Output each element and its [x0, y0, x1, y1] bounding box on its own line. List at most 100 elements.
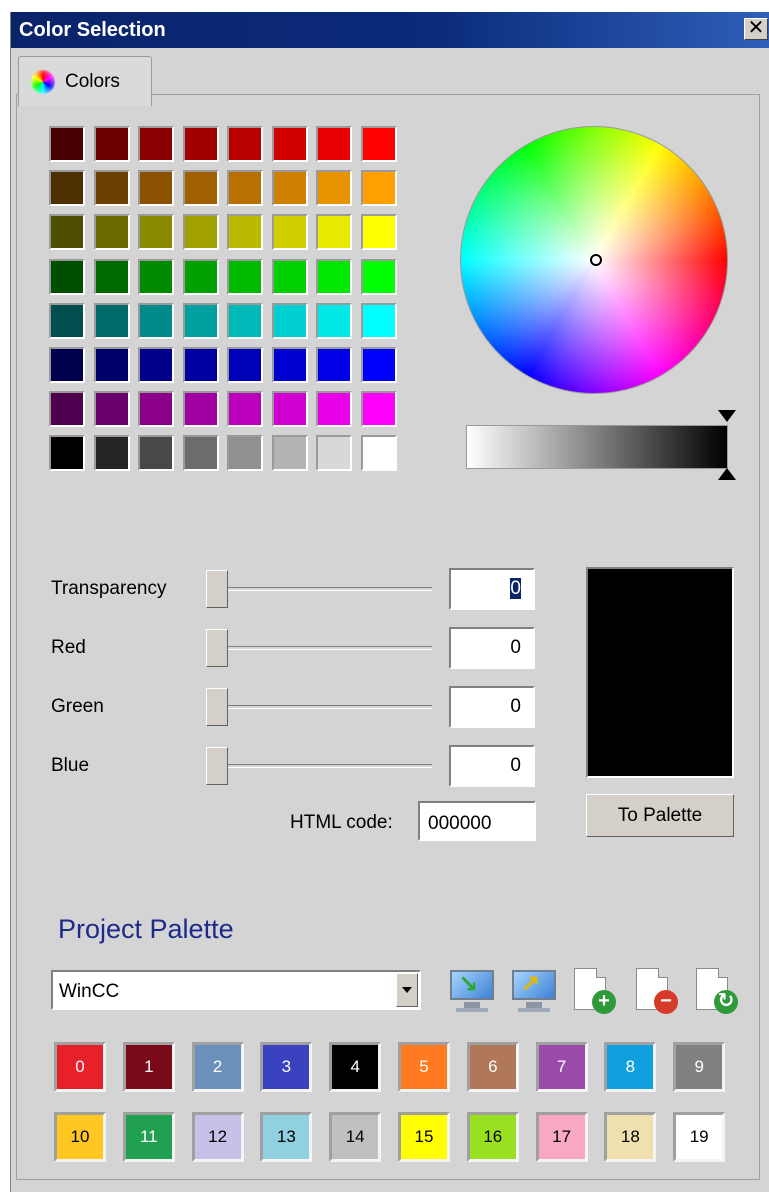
color-swatch[interactable]	[316, 302, 352, 339]
palette-color-15[interactable]: 15	[398, 1112, 450, 1162]
tab-colors[interactable]: Colors	[18, 56, 152, 106]
transparency-value-input[interactable]: 0	[449, 568, 535, 610]
blue-slider-thumb[interactable]	[206, 747, 228, 785]
color-swatch[interactable]	[182, 347, 219, 383]
color-swatch[interactable]	[182, 214, 219, 251]
color-swatch[interactable]	[360, 435, 397, 472]
transparency-slider-thumb[interactable]	[206, 570, 228, 608]
luminance-bar[interactable]	[466, 425, 728, 469]
transparency-slider-track[interactable]	[212, 587, 432, 591]
color-swatch[interactable]	[138, 170, 174, 207]
color-swatch[interactable]	[138, 302, 174, 339]
color-swatch[interactable]	[182, 258, 219, 295]
palette-select[interactable]: WinCC	[51, 970, 421, 1010]
color-swatch[interactable]	[138, 258, 174, 295]
palette-color-5[interactable]: 5	[398, 1042, 450, 1092]
color-swatch[interactable]	[49, 214, 85, 251]
color-swatch[interactable]	[93, 435, 130, 472]
color-swatch[interactable]	[271, 391, 308, 428]
color-swatch[interactable]	[138, 126, 174, 162]
color-swatch[interactable]	[138, 391, 174, 428]
palette-color-3[interactable]: 3	[260, 1042, 313, 1092]
color-swatch[interactable]	[360, 302, 397, 339]
color-swatch[interactable]	[271, 347, 308, 383]
color-swatch[interactable]	[182, 126, 219, 162]
color-swatch[interactable]	[360, 347, 397, 383]
color-swatch[interactable]	[49, 126, 85, 162]
color-swatch[interactable]	[227, 302, 263, 339]
color-swatch[interactable]	[182, 170, 219, 207]
html-code-input[interactable]: 000000	[418, 801, 536, 841]
color-swatch[interactable]	[49, 347, 85, 383]
color-swatch[interactable]	[93, 170, 130, 207]
color-swatch[interactable]	[271, 214, 308, 251]
color-swatch[interactable]	[316, 214, 352, 251]
color-swatch[interactable]	[182, 302, 219, 339]
color-swatch[interactable]	[227, 347, 263, 383]
color-swatch[interactable]	[49, 170, 85, 207]
palette-color-13[interactable]: 13	[260, 1112, 313, 1162]
color-swatch[interactable]	[93, 347, 130, 383]
green-slider-track[interactable]	[212, 705, 432, 709]
palette-color-14[interactable]: 14	[329, 1112, 382, 1162]
color-swatch[interactable]	[360, 214, 397, 251]
color-swatch[interactable]	[227, 214, 263, 251]
color-swatch[interactable]	[316, 126, 352, 162]
color-wheel-cursor[interactable]	[590, 254, 602, 266]
color-swatch[interactable]	[227, 258, 263, 295]
color-swatch[interactable]	[271, 126, 308, 162]
color-swatch[interactable]	[271, 258, 308, 295]
palette-color-0[interactable]: 0	[54, 1042, 106, 1092]
title-bar[interactable]: Color Selection ✕	[11, 12, 769, 48]
color-swatch[interactable]	[49, 302, 85, 339]
color-swatch[interactable]	[93, 391, 130, 428]
color-swatch[interactable]	[316, 170, 352, 207]
palette-color-16[interactable]: 16	[466, 1112, 519, 1162]
color-swatch[interactable]	[49, 258, 85, 295]
color-swatch[interactable]	[316, 391, 352, 428]
color-swatch[interactable]	[360, 170, 397, 207]
color-swatch[interactable]	[360, 391, 397, 428]
color-swatch[interactable]	[49, 391, 85, 428]
palette-color-7[interactable]: 7	[535, 1042, 588, 1092]
palette-color-2[interactable]: 2	[191, 1042, 244, 1092]
blue-slider-track[interactable]	[212, 764, 432, 768]
color-swatch[interactable]	[182, 435, 219, 472]
color-swatch[interactable]	[227, 126, 263, 162]
palette-color-12[interactable]: 12	[191, 1112, 244, 1162]
color-swatch[interactable]	[93, 126, 130, 162]
color-swatch[interactable]	[316, 258, 352, 295]
chevron-down-icon[interactable]	[396, 973, 418, 1007]
to-palette-button[interactable]: To Palette	[586, 794, 734, 837]
add-palette-icon[interactable]: +	[570, 968, 620, 1016]
color-swatch[interactable]	[49, 435, 85, 472]
color-swatch[interactable]	[271, 170, 308, 207]
palette-color-1[interactable]: 1	[122, 1042, 175, 1092]
palette-color-4[interactable]: 4	[329, 1042, 382, 1092]
color-swatch[interactable]	[316, 347, 352, 383]
green-slider-thumb[interactable]	[206, 688, 228, 726]
red-slider-track[interactable]	[212, 646, 432, 650]
color-swatch[interactable]	[93, 258, 130, 295]
palette-color-19[interactable]: 19	[673, 1112, 726, 1162]
color-swatch[interactable]	[360, 258, 397, 295]
color-swatch[interactable]	[182, 391, 219, 428]
green-value-input[interactable]: 0	[449, 686, 535, 728]
palette-color-18[interactable]: 18	[604, 1112, 657, 1162]
color-swatch[interactable]	[227, 435, 263, 472]
export-palette-icon[interactable]: ↗	[510, 968, 560, 1016]
palette-color-9[interactable]: 9	[673, 1042, 726, 1092]
palette-color-8[interactable]: 8	[604, 1042, 657, 1092]
color-swatch[interactable]	[271, 435, 308, 472]
blue-value-input[interactable]: 0	[449, 745, 535, 787]
luminance-marker-bottom[interactable]	[718, 468, 736, 480]
reset-palette-icon[interactable]: ↻	[692, 968, 742, 1016]
palette-color-6[interactable]: 6	[466, 1042, 519, 1092]
import-palette-icon[interactable]: ↘	[448, 968, 498, 1016]
red-value-input[interactable]: 0	[449, 627, 535, 669]
color-swatch[interactable]	[93, 302, 130, 339]
color-swatch[interactable]	[360, 126, 397, 162]
palette-color-10[interactable]: 10	[54, 1112, 106, 1162]
color-swatch[interactable]	[316, 435, 352, 472]
close-button[interactable]: ✕	[744, 18, 768, 40]
